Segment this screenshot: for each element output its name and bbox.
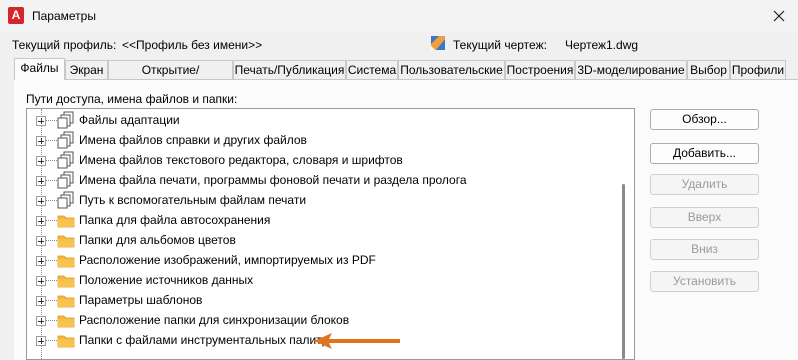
set-current-button[interactable]: Установить — [650, 271, 759, 292]
expand-icon[interactable] — [36, 116, 46, 126]
tree-connector — [46, 300, 57, 301]
tree-item-label: Путь к вспомогательным файлам печати — [79, 193, 307, 207]
folder-icon — [57, 291, 75, 309]
tree-item-label: Имена файлов текстового редактора, слова… — [79, 153, 403, 167]
tree-item[interactable]: Расположение изображений, импортируемых … — [27, 250, 617, 270]
files-icon — [57, 171, 75, 189]
tab-files[interactable]: Файлы — [14, 58, 65, 80]
tree-item[interactable]: Положение источников данных — [27, 270, 617, 290]
files-icon — [57, 131, 75, 149]
folder-icon — [57, 231, 75, 249]
expand-icon[interactable] — [36, 276, 46, 286]
tree-item[interactable]: Папка для файла автосохранения — [27, 210, 617, 230]
folder-icon — [57, 251, 75, 269]
move-up-button[interactable]: Вверх — [650, 207, 759, 228]
tree-item[interactable]: Имена файлов текстового редактора, слова… — [27, 150, 617, 170]
options-tabs: Файлы Экран Открытие/Сохранение Печать/П… — [14, 58, 794, 95]
tab-user-preferences[interactable]: Пользовательские — [398, 60, 505, 79]
add-button[interactable]: Добавить... — [650, 143, 759, 164]
title-bar: A Параметры — [0, 0, 798, 32]
current-profile-value: <<Профиль без имени>> — [122, 38, 263, 52]
files-icon — [57, 191, 75, 209]
files-icon — [57, 151, 75, 169]
tab-selection[interactable]: Выбор — [687, 60, 730, 79]
expand-icon[interactable] — [36, 236, 46, 246]
current-drawing-label: Текущий чертеж: — [453, 38, 547, 52]
folder-icon — [57, 211, 75, 229]
tree-connector — [46, 280, 57, 281]
tab-system[interactable]: Система — [346, 60, 398, 79]
tree-item-label: Расположение изображений, импортируемых … — [79, 253, 376, 267]
tree-connector — [46, 260, 57, 261]
tree-item[interactable]: Файлы адаптации — [27, 110, 617, 130]
tree-connector — [46, 120, 57, 121]
current-profile-label: Текущий профиль: — [12, 38, 117, 52]
tree-item-label: Расположение папки для синхронизации бло… — [79, 313, 350, 327]
expand-icon[interactable] — [36, 196, 46, 206]
tree-connector — [46, 220, 57, 221]
files-icon — [57, 111, 75, 129]
expand-icon[interactable] — [36, 296, 46, 306]
tree-item-label: Файлы адаптации — [79, 113, 180, 127]
tree-connector — [46, 140, 57, 141]
expand-icon[interactable] — [36, 136, 46, 146]
paths-tree[interactable]: Файлы адаптации Имена файлов справки и др… — [26, 108, 635, 360]
tree-item-label: Папка для файла автосохранения — [79, 213, 271, 227]
remove-button[interactable]: Удалить — [650, 174, 759, 195]
tree-connector — [46, 320, 57, 321]
folder-icon — [57, 271, 75, 289]
expand-icon[interactable] — [36, 256, 46, 266]
tree-connector — [46, 340, 57, 341]
tree-connector — [46, 180, 57, 181]
expand-icon[interactable] — [36, 216, 46, 226]
tree-item[interactable]: Путь к вспомогательным файлам печати — [27, 190, 617, 210]
tree-item-label: Папки с файлами инструментальных палитр — [79, 333, 329, 347]
annotation-arrow-icon — [314, 333, 400, 349]
tree-item-label: Имена файла печати, программы фоновой пе… — [79, 173, 467, 187]
expand-icon[interactable] — [36, 176, 46, 186]
close-button[interactable] — [767, 4, 791, 28]
expand-icon[interactable] — [36, 336, 46, 346]
folder-icon — [57, 311, 75, 329]
tab-3d-modeling[interactable]: 3D-моделирование — [575, 60, 687, 79]
tree-connector — [46, 160, 57, 161]
tab-plot-publish[interactable]: Печать/Публикация — [233, 60, 346, 79]
tree-item[interactable]: Расположение папки для синхронизации бло… — [27, 310, 617, 330]
tree-connector — [46, 200, 57, 201]
tree-item-label: Положение источников данных — [79, 273, 254, 287]
tree-item-label: Параметры шаблонов — [79, 293, 203, 307]
expand-icon[interactable] — [36, 156, 46, 166]
window-title: Параметры — [32, 9, 96, 23]
search-paths-heading: Пути доступа, имена файлов и папки: — [26, 92, 238, 106]
browse-button[interactable]: Обзор... — [650, 109, 759, 130]
tree-item[interactable]: Параметры шаблонов — [27, 290, 617, 310]
tree-item-label: Папки для альбомов цветов — [79, 233, 236, 247]
tree-item[interactable]: Папки для альбомов цветов — [27, 230, 617, 250]
tab-open-save[interactable]: Открытие/Сохранение — [108, 60, 233, 95]
move-down-button[interactable]: Вниз — [650, 239, 759, 260]
expand-icon[interactable] — [36, 316, 46, 326]
tab-drafting[interactable]: Построения — [505, 60, 575, 79]
current-drawing-value: Чертеж1.dwg — [565, 38, 639, 52]
close-icon — [773, 10, 785, 22]
scrollbar-thumb[interactable] — [622, 184, 625, 359]
drawing-icon — [430, 35, 446, 51]
tree-connector — [46, 240, 57, 241]
autocad-app-icon: A — [8, 7, 24, 24]
tab-display[interactable]: Экран — [65, 60, 108, 79]
tree-item[interactable]: Имена файла печати, программы фоновой пе… — [27, 170, 617, 190]
tree-item-label: Имена файлов справки и других файлов — [79, 133, 307, 147]
tab-profiles[interactable]: Профили — [730, 60, 786, 79]
folder-icon — [57, 331, 75, 349]
tree-item[interactable]: Имена файлов справки и других файлов — [27, 130, 617, 150]
